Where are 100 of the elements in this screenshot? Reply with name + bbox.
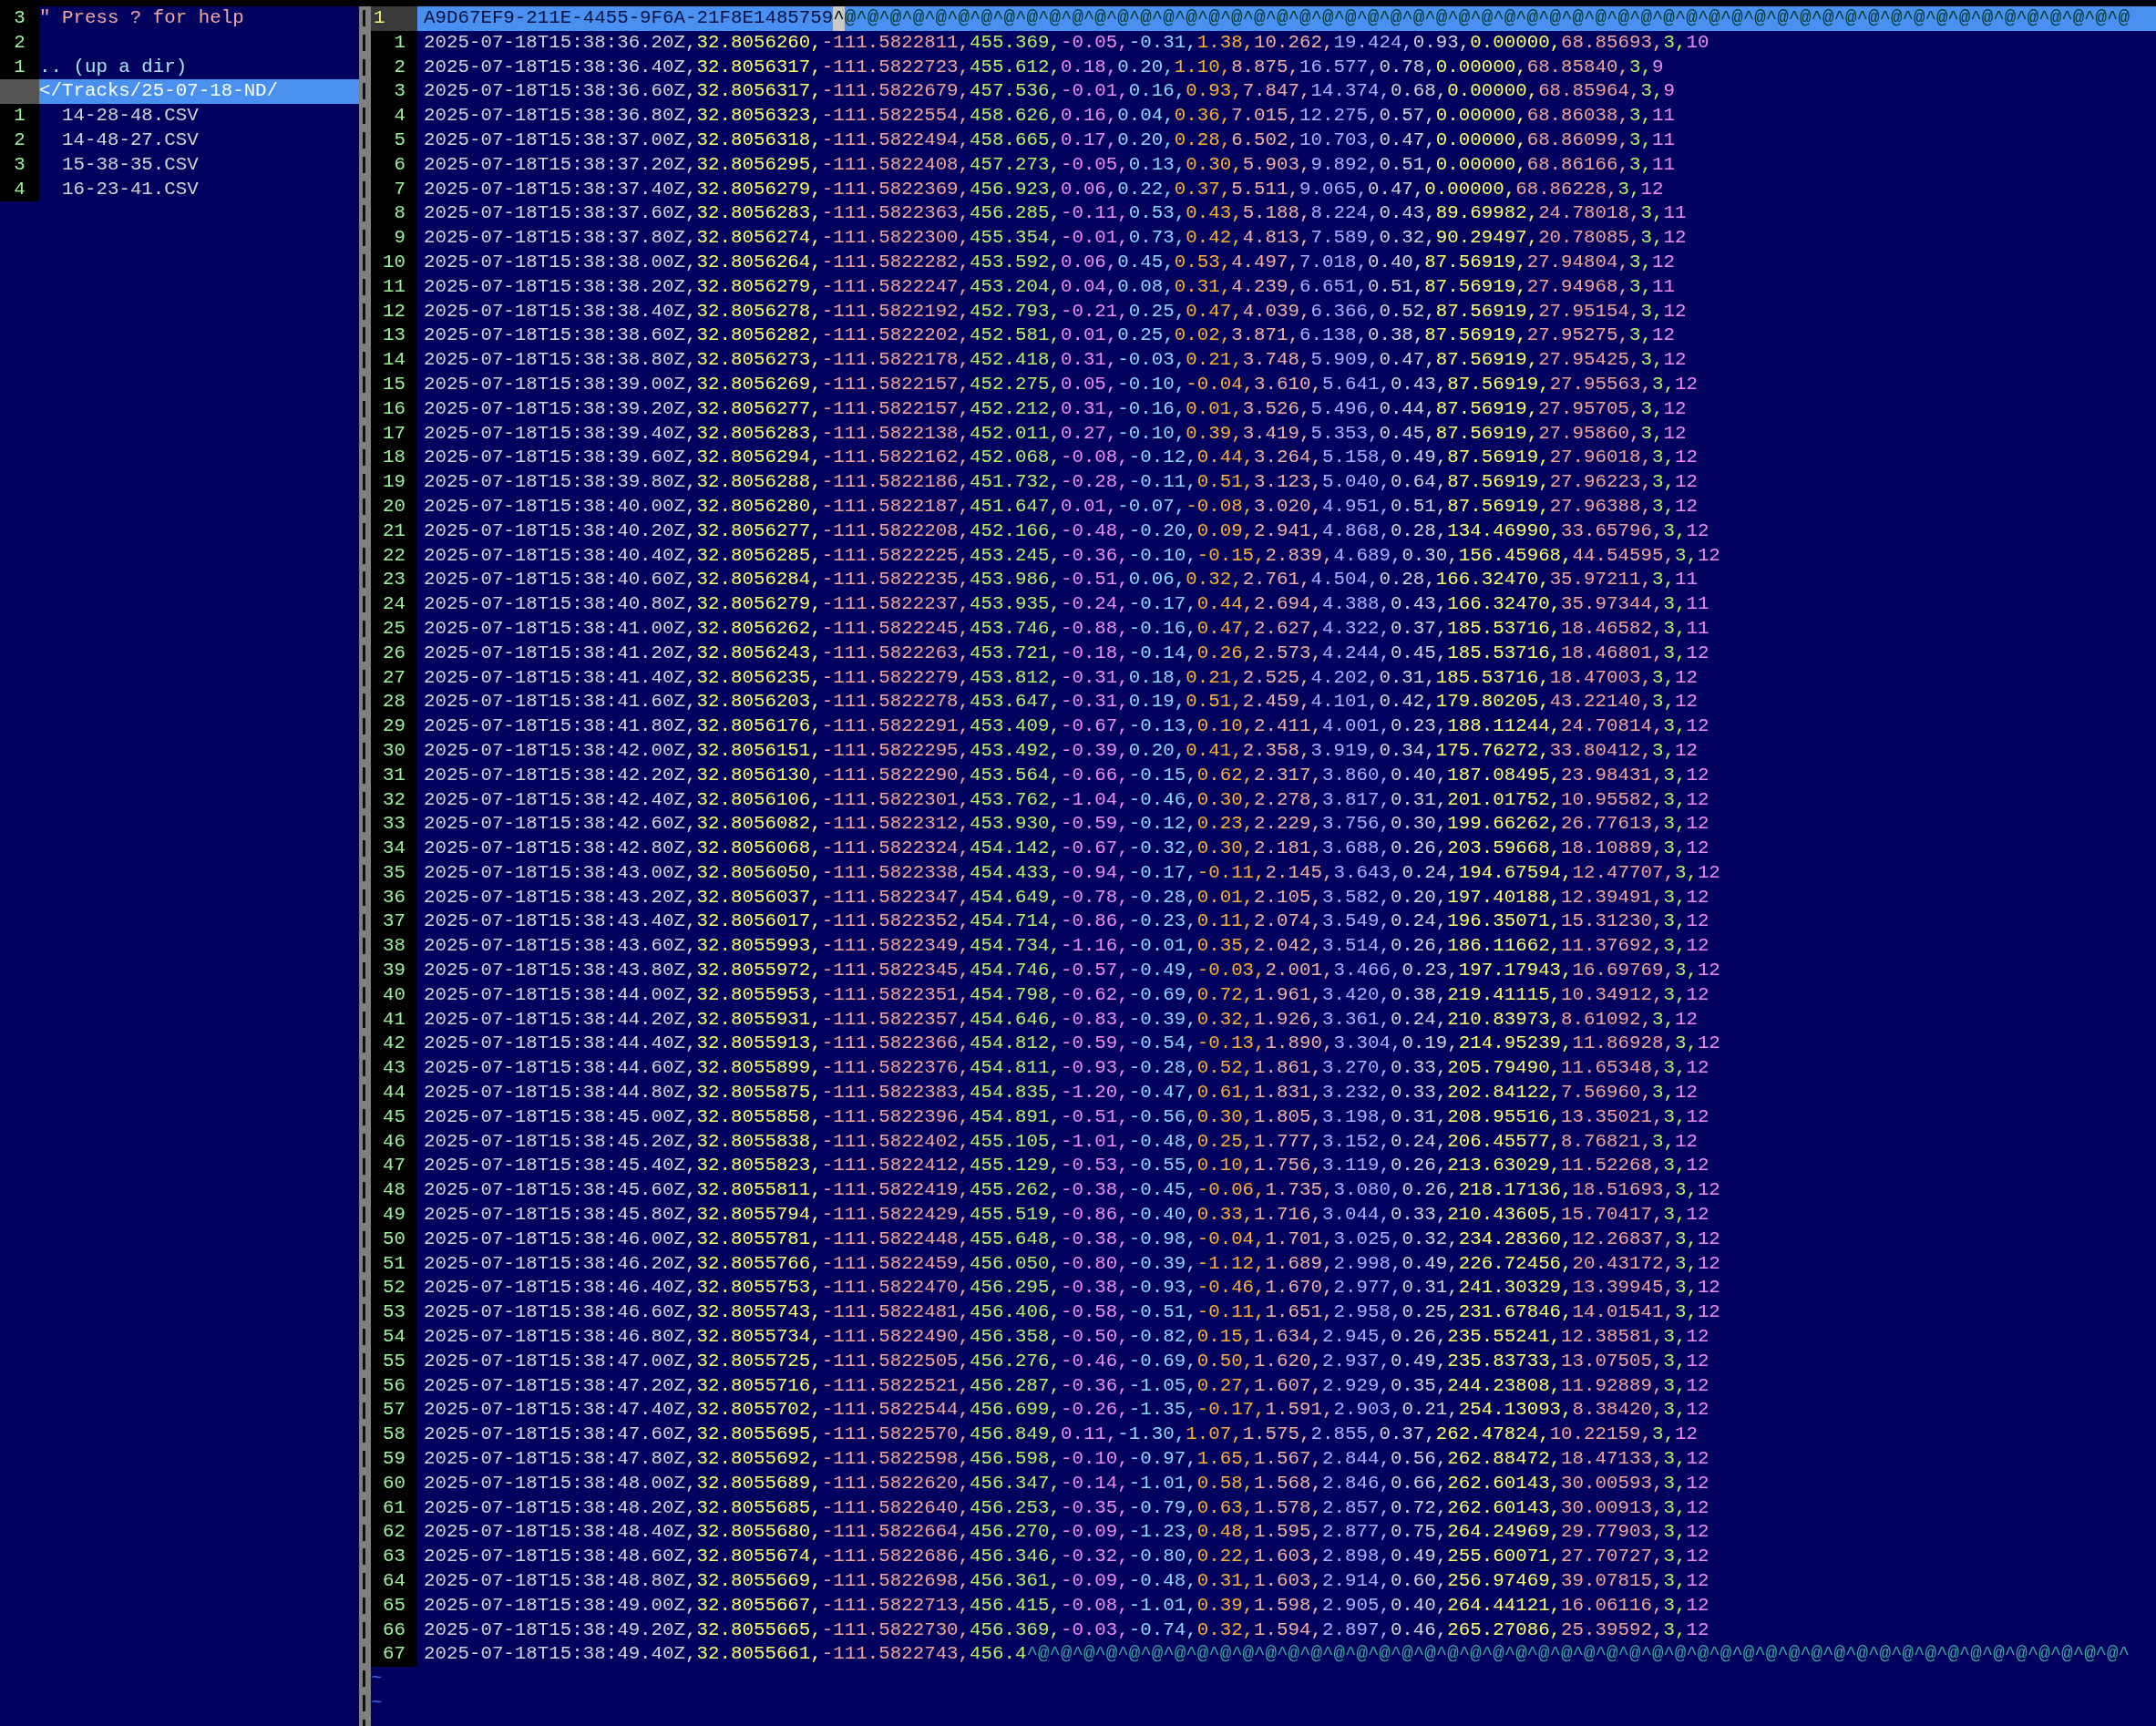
line-number: 24: [383, 593, 406, 615]
line-number: 17: [383, 422, 406, 444]
csv-row: 2025-07-18T15:38:40.00Z,32.8056280,-111.5822187,451.647,0.01,-0.07,-0.08,3.020,4.951,0.51,87.56919,27.96388,3,12: [424, 495, 1698, 517]
line-number: 14: [383, 349, 406, 371]
line-number: 1: [14, 104, 26, 128]
csv-row: 2025-07-18T15:38:47.60Z,32.8055695,-111.5822570,456.849,0.11,-1.30,1.07,1.575,2.855,0.37,262.47824,10.22159,3,12: [424, 1423, 1698, 1445]
csv-row: 2025-07-18T15:38:39.60Z,32.8056294,-111.5822162,452.068,-0.08,-0.12,0.44,3.264,5.158,0.49,87.56919,27.96018,3,12: [424, 447, 1698, 468]
csv-row: 2025-07-18T15:38:40.40Z,32.8056285,-111.5822225,453.245,-0.36,-0.10,-0.15,2.839,4.689,0.30,156.45968,44.54595,3,12: [424, 544, 1720, 566]
line-number: 10: [383, 251, 406, 272]
line-number: 61: [383, 1496, 406, 1518]
line-number: 65: [383, 1594, 406, 1616]
line-number: 42: [383, 1033, 406, 1054]
line-number: 3: [14, 152, 26, 177]
line-number: 8: [394, 202, 406, 224]
csv-row: 2025-07-18T15:38:45.40Z,32.8055823,-111.5822412,455.129,-0.53,-0.55,0.10,1.756,3.119,0.26,213.63029,11.52268,3,12: [424, 1155, 1709, 1176]
csv-row: 2025-07-18T15:38:44.40Z,32.8055913,-111.5822366,454.812,-0.59,-0.54,-0.13,1.890,3.304,0.19,214.95239,11.86928,3,12: [424, 1033, 1720, 1054]
line-number: 27: [383, 666, 406, 688]
csv-row: 2025-07-18T15:38:44.80Z,32.8055875,-111.5822383,454.835,-1.20,-0.47,0.61,1.831,3.232,0.33,202.84122,7.56960,3,12: [424, 1082, 1698, 1104]
csv-row: 2025-07-18T15:38:46.80Z,32.8055734,-111.5822490,456.358,-0.50,-0.82,0.15,1.634,2.945,0.26,235.55241,12.38581,3,12: [424, 1326, 1709, 1348]
csv-row: 2025-07-18T15:38:42.80Z,32.8056068,-111.5822324,454.142,-0.67,-0.32,0.30,2.181,3.688,0.26,203.59668,18.10889,3,12: [424, 837, 1709, 859]
csv-row: 2025-07-18T15:38:43.60Z,32.8055993,-111.5822349,454.734,-1.16,-0.01,0.35,2.042,3.514,0.26,186.11662,11.37692,3,12: [424, 935, 1709, 957]
csv-row: 2025-07-18T15:38:48.00Z,32.8055689,-111.5822620,456.347,-0.14,-1.01,0.58,1.568,2.846,0.66,262.60143,30.00593,3,12: [424, 1472, 1709, 1494]
csv-row: 2025-07-18T15:38:43.80Z,32.8055972,-111.5822345,454.746,-0.57,-0.49,-0.03,2.001,3.466,0.23,197.17943,16.69769,3,12: [424, 960, 1720, 981]
line-number: 35: [383, 861, 406, 883]
csv-row: 2025-07-18T15:38:39.20Z,32.8056277,-111.5822157,452.212,0.31,-0.16,0.01,3.526,5.496,0.44,87.56919,27.95705,3,12: [424, 397, 1687, 419]
csv-row: 2025-07-18T15:38:39.40Z,32.8056283,-111.5822138,452.011,0.27,-0.10,0.39,3.419,5.353,0.45,87.56919,27.95860,3,12: [424, 422, 1687, 444]
line-number: 50: [383, 1228, 406, 1249]
file-item[interactable]: 15-38-35.CSV: [39, 153, 199, 175]
csv-row: 2025-07-18T15:38:40.60Z,32.8056284,-111.5822235,453.986,-0.51,0.06,0.32,2.761,4.504,0.28,166.32470,35.97211,3,11: [424, 569, 1698, 591]
line-number: 34: [383, 837, 406, 859]
csv-row: 2025-07-18T15:38:41.60Z,32.8056203,-111.5822278,453.647,-0.31,0.19,0.51,2.459,4.101,0.42,179.80205,43.22140,3,12: [424, 691, 1698, 713]
csv-row: 2025-07-18T15:38:36.60Z,32.8056317,-111.5822679,457.536,-0.01,0.16,0.93,7.847,14.374,0.68,0.00000,68.85964,3,9: [424, 80, 1675, 102]
csv-row: 2025-07-18T15:38:38.20Z,32.8056279,-111.5822247,453.204,0.04,0.08,0.31,4.239,6.651,0.51,87.56919,27.94968,3,11: [424, 275, 1675, 297]
csv-row: 2025-07-18T15:38:49.00Z,32.8055667,-111.5822713,456.415,-0.08,-1.01,0.39,1.598,2.905,0.40,264.44121,16.06116,3,12: [424, 1594, 1709, 1616]
csv-row: 2025-07-18T15:38:46.00Z,32.8055781,-111.5822448,455.648,-0.38,-0.98,-0.04,1.701,3.025,0.32,234.28360,12.26837,3,12: [424, 1228, 1720, 1249]
line-number: 25: [383, 617, 406, 639]
csv-row: 2025-07-18T15:38:42.60Z,32.8056082,-111.5822312,453.930,-0.59,-0.12,0.23,2.229,3.756,0.30,199.66262,26.77613,3,12: [424, 813, 1709, 835]
csv-row: 2025-07-18T15:38:38.80Z,32.8056273,-111.5822178,452.418,0.31,-0.03,0.21,3.748,5.909,0.47,87.56919,27.95425,3,12: [424, 349, 1687, 371]
line-number: 21: [383, 519, 406, 541]
null-characters: ^@^@^@^@^@^@^@^@^@^@^@^@^@^@^@^@^@^@^@^@^@^@^@^@^@^@^@^@^@^@^@^@^@^@^@^@^@^@^@^@^@^@^@^@^@^@^@^@^: [1026, 1643, 2130, 1665]
csv-row: 2025-07-18T15:38:37.60Z,32.8056283,-111.5822363,456.285,-0.11,0.53,0.43,5.188,8.224,0.43,89.69982,24.78018,3,11: [424, 202, 1687, 224]
line-number: 33: [383, 813, 406, 835]
csv-row: 2025-07-18T15:38:37.20Z,32.8056295,-111.5822408,457.273,-0.05,0.13,0.30,5.903,9.892,0.51,0.00000,68.86166,3,11: [424, 153, 1675, 175]
csv-row: 2025-07-18T15:38:41.20Z,32.8056243,-111.5822263,453.721,-0.18,-0.14,0.26,2.573,4.244,0.45,185.53716,18.46801,3,12: [424, 642, 1709, 663]
line-number: 1: [14, 55, 26, 79]
line-number: 3: [394, 80, 406, 102]
line-number: 41: [383, 1008, 406, 1030]
line-number: 62: [383, 1521, 406, 1543]
line-number: 19: [383, 471, 406, 493]
csv-row: 2025-07-18T15:38:45.60Z,32.8055811,-111.5822419,455.262,-0.38,-0.45,-0.06,1.735,3.080,0.26,218.17136,18.51693,3,12: [424, 1179, 1720, 1201]
line-number: 15: [383, 373, 406, 395]
line-number: 3: [14, 6, 26, 30]
line-number: 23: [383, 569, 406, 591]
file-item[interactable]: 16-23-41.CSV: [39, 178, 199, 200]
csv-row: 2025-07-18T15:38:46.40Z,32.8055753,-111.5822470,456.295,-0.38,-0.93,-0.46,1.670,2.977,0.31,241.30329,13.39945,3,12: [424, 1277, 1720, 1299]
csv-row: 2025-07-18T15:38:42.00Z,32.8056151,-111.5822295,453.492,-0.39,0.20,0.41,2.358,3.919,0.34,175.76272,33.80412,3,12: [424, 739, 1698, 761]
line-number: 59: [383, 1448, 406, 1469]
text-cursor: ^: [833, 6, 845, 31]
csv-row: 2025-07-18T15:38:37.00Z,32.8056318,-111.5822494,458.665,0.17,0.20,0.28,6.502,10.703,0.47,0.00000,68.86099,3,11: [424, 129, 1675, 150]
csv-row: 2025-07-18T15:38:41.80Z,32.8056176,-111.5822291,453.409,-0.67,-0.13,0.10,2.411,4.001,0.23,188.11244,24.70814,3,12: [424, 715, 1709, 737]
line-number: 12: [383, 300, 406, 322]
line-number: 53: [383, 1301, 406, 1323]
parent-directory-item[interactable]: .. (up a dir): [39, 56, 188, 77]
csv-row: 2025-07-18T15:38:46.20Z,32.8055766,-111.5822459,456.050,-0.80,-0.39,-1.12,1.689,2.998,0.49,226.72456,20.43172,3,12: [424, 1252, 1720, 1274]
line-number: 55: [383, 1350, 406, 1372]
csv-row: 2025-07-18T15:38:37.80Z,32.8056274,-111.5822300,455.354,-0.01,0.73,0.42,4.813,7.589,0.32,90.29497,20.78085,3,12: [424, 227, 1687, 249]
csv-row: 2025-07-18T15:38:38.40Z,32.8056278,-111.5822192,452.793,-0.21,0.25,0.47,4.039,6.366,0.52,87.56919,27.95154,3,12: [424, 300, 1687, 322]
csv-row: 2025-07-18T15:38:39.80Z,32.8056288,-111.5822186,451.732,-0.28,-0.11,0.51,3.123,5.040,0.64,87.56919,27.96223,3,12: [424, 471, 1698, 493]
line-number: 20: [383, 495, 406, 517]
csv-row: 2025-07-18T15:38:42.40Z,32.8056106,-111.5822301,453.762,-1.04,-0.46,0.30,2.278,3.817,0.31,201.01752,10.95582,3,12: [424, 788, 1709, 810]
csv-row: 2025-07-18T15:38:43.00Z,32.8056050,-111.5822338,454.433,-0.94,-0.17,-0.11,2.145,3.643,0.24,194.67594,12.47707,3,12: [424, 861, 1720, 883]
line-number: 16: [383, 397, 406, 419]
help-text: " Press ? for help: [39, 7, 244, 28]
line-number: 56: [383, 1374, 406, 1396]
csv-row: 2025-07-18T15:38:49.40Z,32.8055661,-111.5822743,456.4: [424, 1643, 1027, 1665]
line-number: 31: [383, 764, 406, 786]
line-number: 48: [383, 1179, 406, 1201]
csv-row: 2025-07-18T15:38:44.20Z,32.8055931,-111.5822357,454.646,-0.83,-0.39,0.32,1.926,3.361,0.24,210.83973,8.61092,3,12: [424, 1008, 1698, 1030]
empty-line-marker: ~: [371, 1691, 384, 1715]
line-number: 52: [383, 1277, 406, 1299]
line-number: 66: [383, 1618, 406, 1640]
line-number: 29: [383, 715, 406, 737]
csv-row: 2025-07-18T15:38:47.40Z,32.8055702,-111.5822544,456.699,-0.26,-1.35,-0.17,1.591,2.903,0.21,254.13093,8.38420,3,12: [424, 1399, 1709, 1421]
line-number: 1: [394, 31, 406, 53]
csv-row: 2025-07-18T15:38:45.80Z,32.8055794,-111.5822429,455.519,-0.86,-0.40,0.33,1.716,3.044,0.33,210.43605,15.70417,3,12: [424, 1204, 1709, 1226]
line-number: 46: [383, 1130, 406, 1152]
line-number: 39: [383, 960, 406, 981]
file-item[interactable]: 14-48-27.CSV: [39, 129, 199, 150]
line-number: 37: [383, 910, 406, 932]
csv-row: 2025-07-18T15:38:46.60Z,32.8055743,-111.5822481,456.406,-0.58,-0.51,-0.11,1.651,2.958,0.25,231.67846,14.01541,3,12: [424, 1301, 1720, 1323]
empty-line-marker: ~: [371, 1667, 384, 1691]
line-number: 47: [383, 1155, 406, 1176]
file-item[interactable]: 14-28-48.CSV: [39, 105, 199, 127]
csv-row: 2025-07-18T15:38:48.80Z,32.8055669,-111.5822698,456.361,-0.09,-0.48,0.31,1.603,2.914,0.60,256.97469,39.07815,3,12: [424, 1570, 1709, 1591]
line-number: 40: [383, 983, 406, 1005]
line-number: 7: [394, 178, 406, 200]
csv-row: 2025-07-18T15:38:48.20Z,32.8055685,-111.5822640,456.253,-0.35,-0.79,0.63,1.578,2.857,0.72,262.60143,30.00913,3,12: [424, 1496, 1709, 1518]
line-number: 9: [394, 227, 406, 249]
csv-row: 2025-07-18T15:38:41.40Z,32.8056235,-111.5822279,453.812,-0.31,0.18,0.21,2.525,4.202,0.31,185.53716,18.47003,3,12: [424, 666, 1698, 688]
line-number: 44: [383, 1082, 406, 1104]
